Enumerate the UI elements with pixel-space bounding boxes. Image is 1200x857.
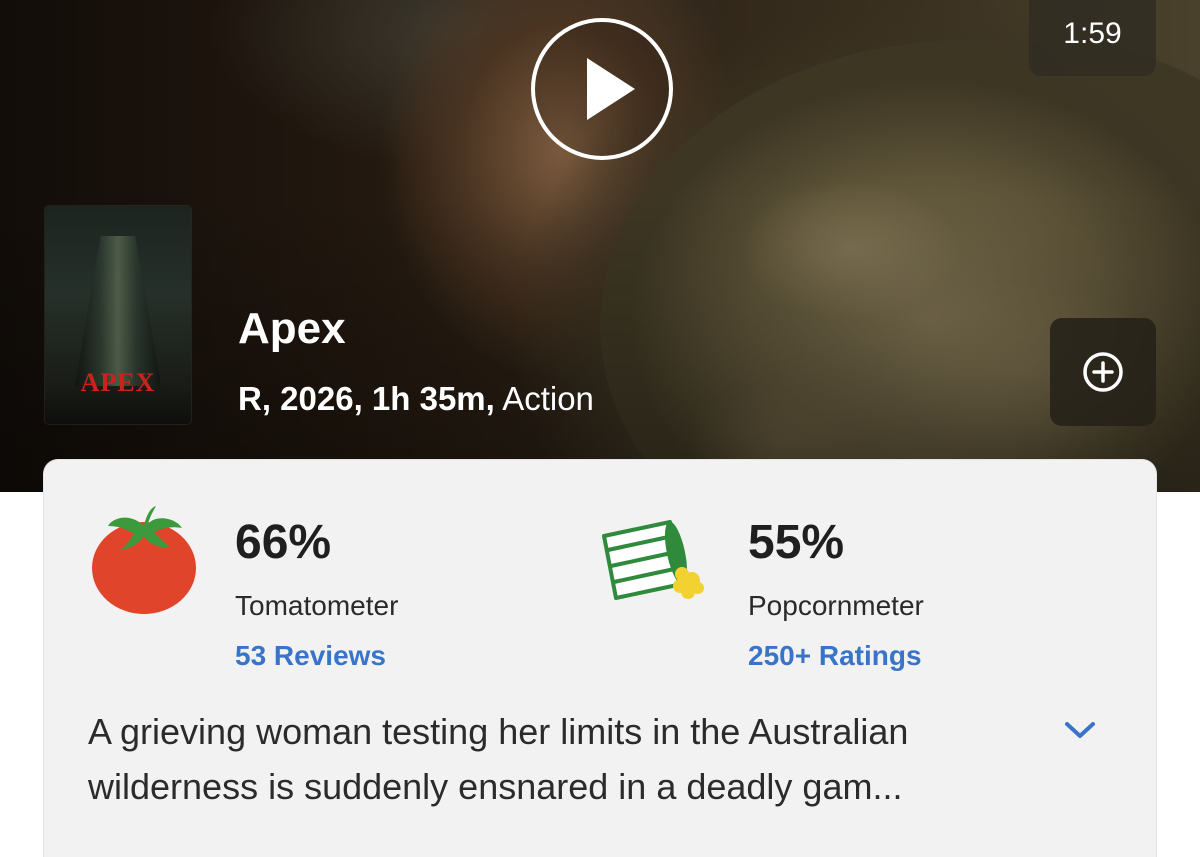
play-trailer-button[interactable]	[531, 18, 673, 160]
plus-circle-icon	[1083, 352, 1123, 392]
chevron-down-icon[interactable]	[1062, 718, 1098, 742]
tomatometer-label: Tomatometer	[235, 590, 399, 621]
popcornmeter-ratings-link[interactable]: 250+ Ratings	[748, 640, 922, 672]
movie-synopsis: A grieving woman testing her limits in t…	[88, 711, 909, 807]
tomatometer-reviews-link[interactable]: 53 Reviews	[235, 640, 386, 672]
movie-poster[interactable]: APEX	[45, 206, 191, 424]
popcornmeter-score: 55%	[748, 516, 845, 569]
movie-rating-year-runtime: R, 2026, 1h 35m,	[238, 380, 495, 417]
tomatometer-score: 66%	[235, 516, 332, 569]
poster-artwork	[75, 236, 161, 386]
play-icon	[587, 58, 635, 120]
tomato-icon	[92, 506, 196, 614]
popcornmeter-label: Popcornmeter	[748, 590, 924, 621]
add-to-watchlist-button[interactable]	[1050, 318, 1156, 426]
trailer-duration-badge: 1:59	[1029, 0, 1156, 76]
movie-title: Apex	[238, 304, 346, 353]
movie-genre: Action	[502, 380, 594, 417]
trailer-hero[interactable]: 1:59 APEX Apex R, 2026, 1h 35m, Action	[0, 0, 1200, 492]
poster-title: APEX	[80, 368, 156, 397]
spilled-popcorn-icon	[602, 520, 704, 600]
movie-meta: R, 2026, 1h 35m, Action	[238, 380, 594, 418]
score-card: 66% Tomatometer 53 Reviews 55% Popcornme…	[44, 460, 1156, 857]
